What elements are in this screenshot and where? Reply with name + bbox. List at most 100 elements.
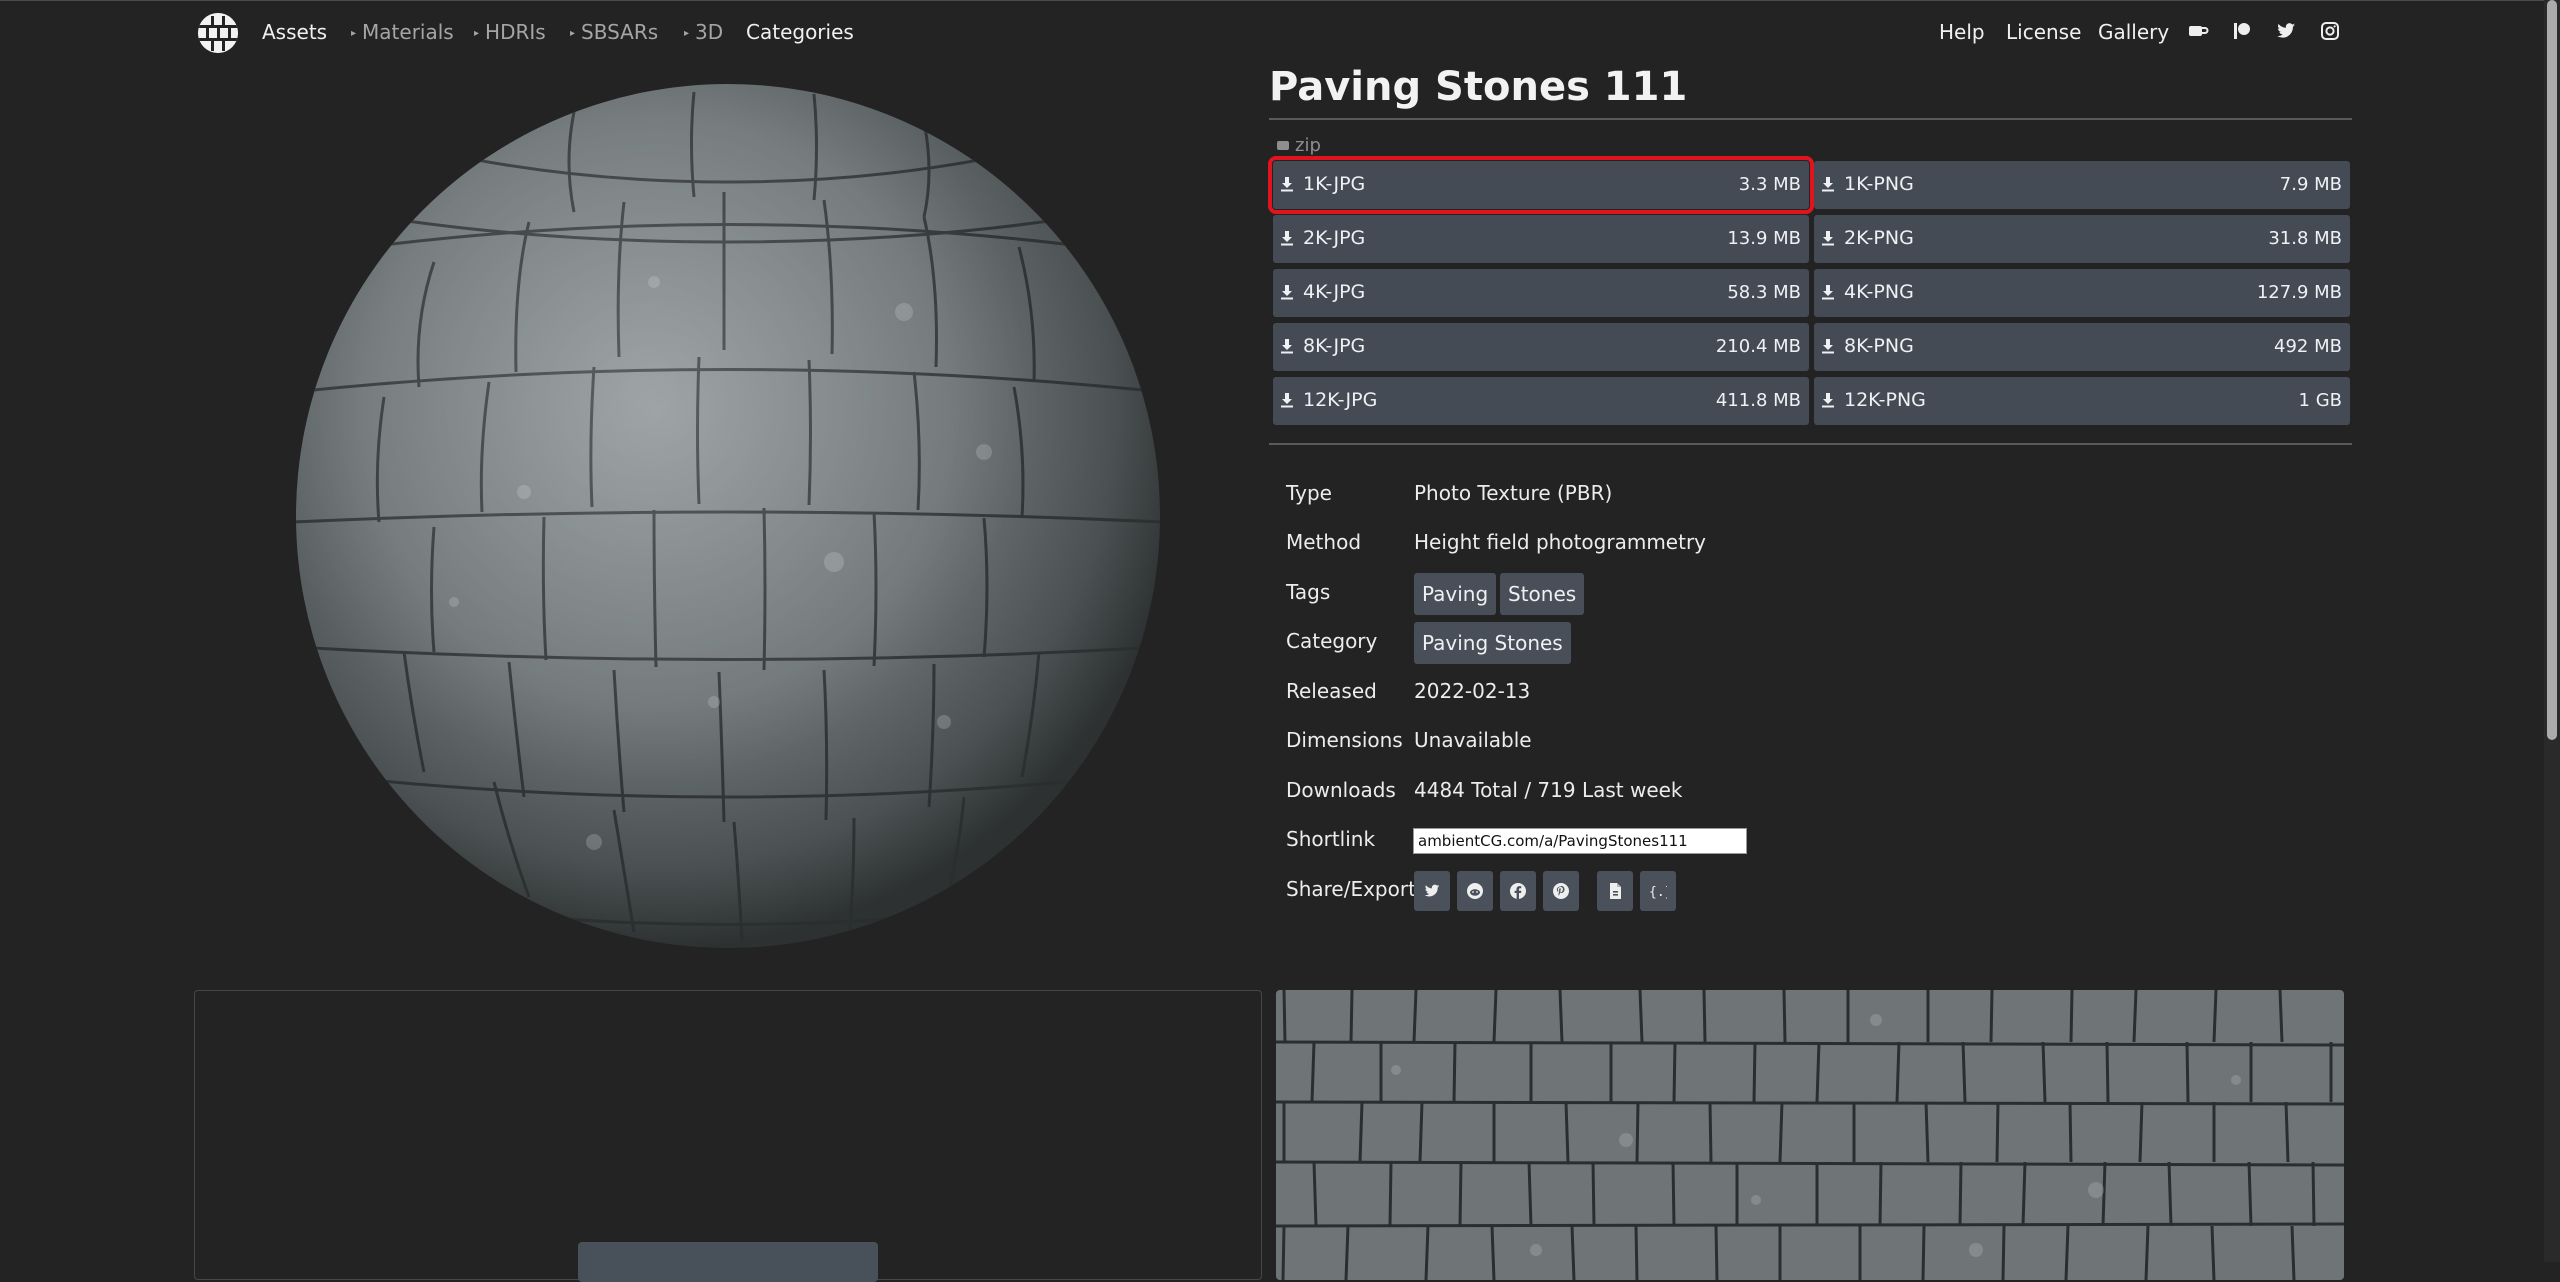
downloads-value: 4484 Total / 719 Last week	[1414, 778, 1683, 802]
export-json-button[interactable]: {.}	[1640, 871, 1676, 911]
download-label: 2K-JPG	[1303, 227, 1366, 249]
download-label: 4K-JPG	[1303, 281, 1366, 303]
download-icon	[1822, 393, 1834, 408]
download-2k-png-button[interactable]: 2K-PNG 31.8 MB	[1814, 215, 2350, 263]
triangle-icon: ▸	[684, 28, 690, 39]
download-icon	[1281, 339, 1293, 354]
download-icon	[1281, 393, 1293, 408]
nav-sbsars-label: SBSARs	[581, 20, 659, 44]
patreon-icon[interactable]	[2231, 20, 2253, 42]
flat-texture-preview	[1276, 990, 2344, 1280]
asset-title: Paving Stones 111	[1269, 64, 1688, 110]
nav-license[interactable]: License	[2006, 18, 2081, 46]
nav-help[interactable]: Help	[1939, 18, 1985, 46]
file-icon	[1610, 883, 1621, 899]
download-2k-jpg-button[interactable]: 2K-JPG 13.9 MB	[1273, 215, 1809, 263]
nav-sbsars[interactable]: ▸ SBSARs	[570, 18, 658, 51]
download-size: 3.3 MB	[1738, 174, 1801, 195]
download-size: 7.9 MB	[2279, 174, 2342, 195]
share-twitter-button[interactable]	[1414, 871, 1450, 911]
nav-3d-label: 3D	[695, 20, 724, 44]
download-size: 210.4 MB	[1715, 336, 1801, 357]
download-icon	[1822, 285, 1834, 300]
coffee-icon[interactable]	[2187, 20, 2209, 42]
download-size: 1 GB	[2298, 390, 2342, 411]
tag-stones[interactable]: Stones	[1500, 573, 1585, 615]
download-size: 13.9 MB	[1727, 228, 1801, 249]
download-8k-png-button[interactable]: 8K-PNG 492 MB	[1814, 323, 2350, 371]
divider	[1269, 118, 2352, 120]
nav-3d[interactable]: ▸ 3D	[684, 18, 723, 51]
svg-text:{.}: {.}	[1649, 885, 1667, 900]
top-navigation: Assets ▸ Materials ▸ HDRIs ▸ SBSARs ▸ 3D Cat…	[0, 0, 2560, 64]
category-label: Category	[1286, 629, 1378, 653]
download-12k-png-button[interactable]: 12K-PNG 1 GB	[1814, 377, 2350, 425]
download-4k-jpg-button[interactable]: 4K-JPG 58.3 MB	[1273, 269, 1809, 317]
triangle-icon: ▸	[474, 28, 480, 39]
share-pinterest-button[interactable]	[1543, 871, 1579, 911]
page-scrollbar[interactable]	[2544, 0, 2560, 1262]
nav-hdris-label: HDRIs	[485, 20, 546, 44]
download-1k-jpg-button[interactable]: 1K-JPG 3.3 MB	[1268, 156, 1814, 214]
download-12k-jpg-button[interactable]: 12K-JPG 411.8 MB	[1273, 377, 1809, 425]
triangle-icon: ▸	[570, 28, 576, 39]
download-size: 58.3 MB	[1727, 282, 1801, 303]
type-value: Photo Texture (PBR)	[1414, 481, 1613, 505]
twitter-icon	[1424, 884, 1440, 897]
nav-assets[interactable]: Assets	[262, 18, 327, 46]
download-icon	[1822, 177, 1834, 192]
method-label: Method	[1286, 530, 1362, 554]
download-1k-png-button[interactable]: 1K-PNG 7.9 MB	[1814, 161, 2350, 209]
released-value: 2022-02-13	[1414, 679, 1531, 703]
shortlink-input[interactable]	[1413, 828, 1747, 854]
divider	[1269, 443, 2352, 445]
downloads-label: Downloads	[1286, 778, 1396, 802]
share-reddit-button[interactable]	[1457, 871, 1493, 911]
download-label: 8K-JPG	[1303, 335, 1366, 357]
facebook-icon	[1510, 883, 1526, 899]
site-logo-icon[interactable]	[198, 13, 238, 53]
nav-categories[interactable]: Categories	[746, 18, 854, 46]
dimensions-value: Unavailable	[1414, 728, 1532, 752]
twitter-icon[interactable]	[2275, 20, 2297, 42]
scrollbar-thumb[interactable]	[2547, 0, 2557, 740]
download-8k-jpg-button[interactable]: 8K-JPG 210.4 MB	[1273, 323, 1809, 371]
nav-materials-label: Materials	[362, 20, 454, 44]
download-label: 1K-PNG	[1844, 173, 1914, 195]
zip-text: zip	[1295, 135, 1321, 156]
category-tag[interactable]: Paving Stones	[1414, 622, 1571, 664]
triangle-icon: ▸	[351, 28, 357, 39]
dimensions-label: Dimensions	[1286, 728, 1403, 752]
download-4k-png-button[interactable]: 4K-PNG 127.9 MB	[1814, 269, 2350, 317]
download-label: 12K-PNG	[1844, 389, 1926, 411]
download-label: 12K-JPG	[1303, 389, 1378, 411]
load-preview-button[interactable]	[578, 1242, 878, 1282]
download-icon	[1822, 339, 1834, 354]
shortlink-label: Shortlink	[1286, 827, 1376, 851]
download-icon	[1822, 231, 1834, 246]
download-size: 411.8 MB	[1715, 390, 1801, 411]
download-size: 127.9 MB	[2256, 282, 2342, 303]
nav-hdris[interactable]: ▸ HDRIs	[474, 18, 546, 51]
json-icon: {.}	[1649, 885, 1667, 900]
download-size: 492 MB	[2274, 336, 2342, 357]
instagram-icon[interactable]	[2319, 20, 2341, 42]
download-icon	[1281, 231, 1293, 246]
download-label: 1K-JPG	[1303, 173, 1366, 195]
nav-materials[interactable]: ▸ Materials	[351, 18, 454, 51]
released-label: Released	[1286, 679, 1377, 703]
download-size: 31.8 MB	[2268, 228, 2342, 249]
share-label: Share/Export	[1286, 877, 1416, 901]
export-file-button[interactable]	[1597, 871, 1633, 911]
share-facebook-button[interactable]	[1500, 871, 1536, 911]
download-icon	[1281, 177, 1293, 192]
download-label: 8K-PNG	[1844, 335, 1914, 357]
zip-label: zip	[1277, 135, 1321, 156]
pinterest-icon	[1553, 883, 1569, 899]
tags-label: Tags	[1286, 580, 1331, 604]
nav-gallery[interactable]: Gallery	[2098, 18, 2169, 46]
download-icon	[1281, 285, 1293, 300]
folder-icon	[1277, 141, 1289, 150]
tag-paving[interactable]: Paving	[1414, 573, 1497, 615]
material-sphere-preview	[294, 82, 1162, 950]
